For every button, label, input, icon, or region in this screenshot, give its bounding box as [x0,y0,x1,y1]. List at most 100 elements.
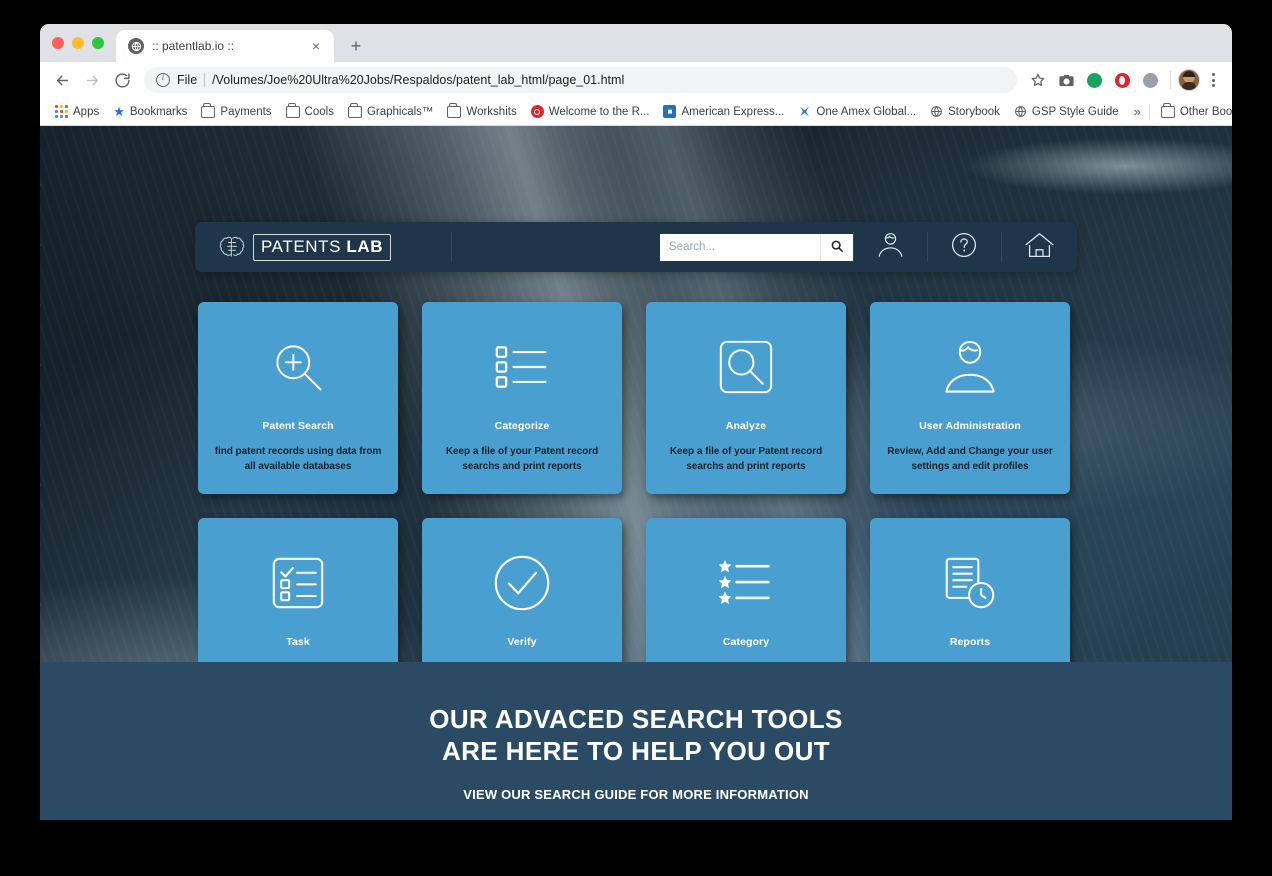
user-icon [877,231,904,264]
reload-button[interactable] [108,66,136,94]
bookmark-payments[interactable]: Payments [194,103,278,121]
home-button[interactable] [1001,222,1077,272]
kebab-menu-icon[interactable] [1202,67,1224,93]
user-account-button[interactable] [853,222,927,272]
help-icon [950,231,978,264]
browser-tab[interactable]: :: patentlab.io :: × [116,30,334,62]
bookmark-label: Welcome to the R... [548,105,650,118]
card-title: Analyze [725,420,767,432]
folder-icon [447,103,462,118]
browser-window: :: patentlab.io :: × + File /Volumes/Joe… [40,24,1232,820]
opera-extension-icon[interactable] [1109,67,1135,93]
amex-square-icon: ■ [663,105,677,118]
help-button[interactable] [927,222,1001,272]
window-traffic-lights [50,24,116,62]
folder-icon [285,103,300,118]
page-viewport: PATENTS LAB Search... Patent Search find… [40,126,1232,820]
bookmarks-divider [1148,103,1150,120]
star-icon: ★ [113,104,125,119]
other-bookmarks-label: Other Bookmarks [1179,105,1232,118]
card-description: find patent records using data from all … [214,446,382,472]
globe-icon [128,38,144,54]
tab-title: :: patentlab.io :: [152,39,235,53]
bookmark-gsp-style-guide[interactable]: GSP Style Guide [1007,102,1126,121]
red-target-icon [530,105,544,118]
url-text: /Volumes/Joe%20Ultra%20Jobs/Respaldos/pa… [212,73,625,87]
bookmark-label: Graphicals™ [366,105,434,118]
card-user-administration[interactable]: User Administration Review, Add and Chan… [870,302,1070,494]
bookmark-label: Apps [73,105,100,118]
avatar[interactable] [1178,69,1200,91]
card-description: Review, Add and Change your user setting… [887,446,1053,472]
browser-toolbar: File /Volumes/Joe%20Ultra%20Jobs/Respald… [40,62,1232,98]
gray-extension-icon[interactable] [1137,67,1163,93]
star-icon[interactable] [1025,67,1051,93]
bookmark-apps[interactable]: Apps [48,102,106,121]
feature-card-grid: Patent Search find patent records using … [198,302,1076,710]
home-icon [1024,231,1055,264]
header-actions [660,222,1077,272]
footer-headline-line2: ARE HERE TO HELP YOU OUT [441,735,831,766]
bookmark-label: Cools [304,105,334,118]
bookmark-welcome[interactable]: Welcome to the R... [524,102,657,121]
bookmark-american-express[interactable]: ■ American Express... [656,102,791,121]
info-icon[interactable] [156,72,170,87]
bookmark-cools[interactable]: Cools [279,103,341,121]
magnifier-square-icon [718,328,774,406]
card-categorize[interactable]: Categorize Keep a file of your Patent re… [422,302,622,494]
task-clipboard-icon [271,544,325,622]
logo-text-patents: PATENTS [261,236,342,256]
address-bar[interactable]: File /Volumes/Joe%20Ultra%20Jobs/Respald… [144,67,1017,93]
card-title: Category [722,636,770,648]
card-description: Keep a file of your Patent record search… [669,446,823,472]
balloon-extension-icon[interactable] [1081,67,1107,93]
bookmark-label: American Express... [681,105,785,118]
close-window-button[interactable] [52,37,64,49]
bookmark-storybook[interactable]: Storybook [923,102,1007,121]
other-bookmarks-button[interactable]: Other Bookmarks [1154,103,1232,121]
folder-icon [347,103,362,118]
card-title: Patent Search [262,420,334,432]
check-circle-icon [493,544,551,622]
bookmark-bookmarks[interactable]: ★ Bookmarks [106,102,194,121]
bookmark-label: One Amex Global... [816,105,917,118]
bookmark-one-amex-global[interactable]: One Amex Global... [791,102,923,121]
minimize-window-button[interactable] [72,37,84,49]
bookmark-label: Workshits [466,105,517,118]
logo-text-lab: LAB [346,236,384,256]
card-title: User Administration [919,420,1021,432]
close-icon[interactable]: × [308,38,324,54]
card-title: Verify [507,636,537,648]
url-scheme-label: File [177,73,198,87]
tab-strip: :: patentlab.io :: × + [40,24,1232,62]
forward-button[interactable] [78,66,106,94]
bookmark-label: Payments [220,105,272,118]
magnifier-plus-icon [268,328,328,406]
maximize-window-button[interactable] [92,37,104,49]
search-button[interactable] [820,233,853,261]
bookmark-workshits[interactable]: Workshits [440,103,523,121]
card-analyze[interactable]: Analyze Keep a file of your Patent recor… [646,302,846,494]
card-title: Reports [949,636,991,648]
bookmark-label: Bookmarks [129,105,188,118]
logo-wordmark: PATENTS LAB [253,233,392,261]
user-profile-icon [944,328,996,406]
globe-icon [1014,105,1027,118]
card-patent-search[interactable]: Patent Search find patent records using … [198,302,398,494]
footer-subtitle-link[interactable]: VIEW OUR SEARCH GUIDE FOR MORE INFORMATI… [463,787,808,802]
bookmarks-bar: Apps ★ Bookmarks Payments Cools Graphica… [40,98,1232,126]
card-description: Keep a file of your Patent record search… [445,446,599,472]
search-input[interactable] [660,233,820,261]
bookmarks-overflow-button[interactable]: » [1126,104,1149,119]
toolbar-divider [1170,71,1171,89]
site-logo[interactable]: PATENTS LAB [195,233,392,261]
bookmark-graphicals[interactable]: Graphicals™ [341,103,440,121]
site-footer: OUR ADVACED SEARCH TOOLS ARE HERE TO HEL… [40,662,1232,820]
new-tab-button[interactable]: + [342,32,370,60]
globe-icon [930,105,943,118]
search-icon [830,239,844,256]
card-title: Task [286,636,310,648]
back-button[interactable] [48,66,76,94]
camera-icon[interactable] [1053,67,1079,93]
footer-headline-line1: OUR ADVACED SEARCH TOOLS [429,704,843,734]
